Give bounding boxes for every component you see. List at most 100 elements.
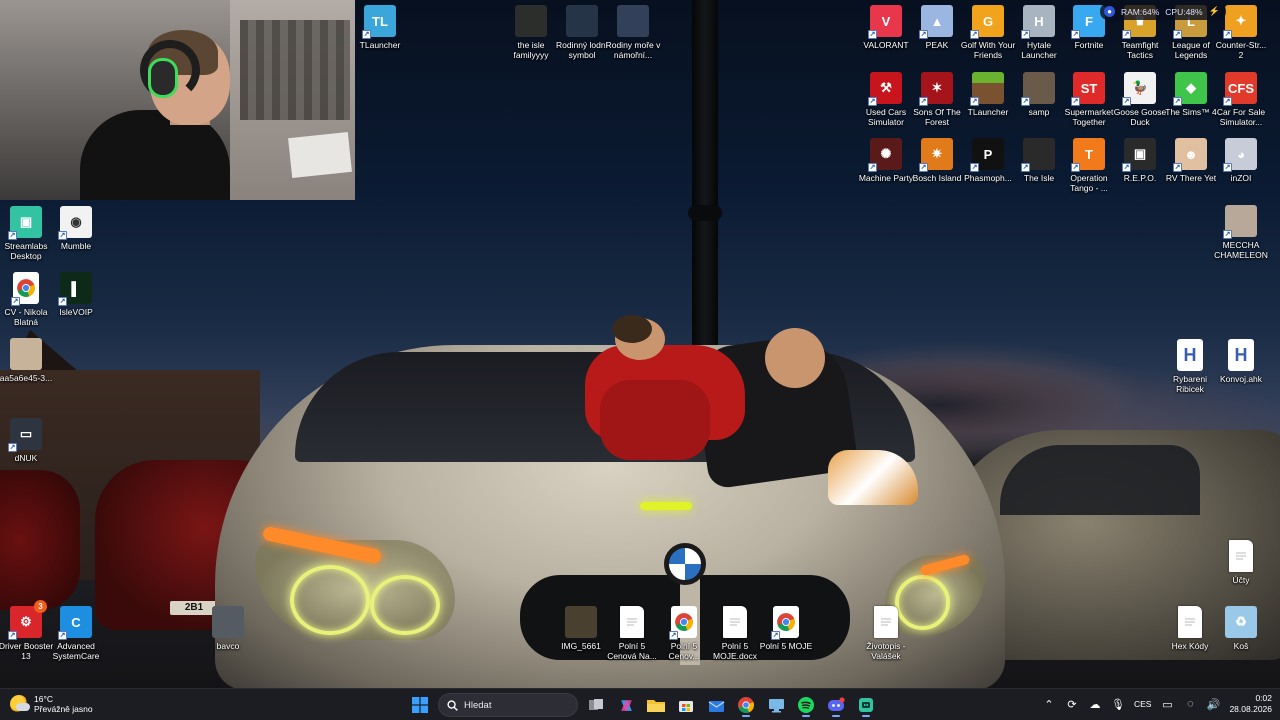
desktop-icon[interactable]: H Konvoj.ahk — [1213, 339, 1269, 384]
wallpaper-hood-light — [640, 502, 692, 510]
system-monitor-widget[interactable]: ● RAM:64% CPU:48% ⚡ — [1100, 3, 1226, 20]
mumble-icon: ◉ ↗ — [58, 206, 92, 240]
desktop-icon[interactable]: H ↗ Hytale Launcher — [1011, 5, 1067, 60]
desktop-icon[interactable]: aa5a6e45-3... — [0, 338, 54, 383]
desktop-icon[interactable]: Polní 5 MOJE.docx — [707, 606, 763, 661]
document-icon — [620, 606, 644, 638]
desktop-icon-label: VALORANT — [863, 40, 909, 50]
desktop-icon-label: Sons Of The Forest — [913, 107, 961, 127]
desktop-icon-label: Hex Kódy — [1171, 641, 1209, 651]
desktop-icon[interactable]: ↗ MECCHA CHAMELEON — [1213, 205, 1269, 260]
taskbar-search[interactable]: Hledat — [438, 693, 578, 717]
desktop-icon-label: inZOI — [1230, 173, 1252, 183]
shortcut-arrow-icon: ↗ — [1223, 163, 1232, 172]
desktop-icon-label: R.E.P.O. — [1123, 173, 1157, 183]
desktop-icon[interactable]: Polní 5 Cenová Na... — [604, 606, 660, 661]
mail-button[interactable] — [704, 693, 728, 717]
discord-button[interactable] — [824, 693, 848, 717]
monitor-icon[interactable]: ▭ — [1160, 697, 1174, 711]
sync-icon[interactable]: ⟳ — [1065, 697, 1079, 711]
desktop-icon[interactable]: C ↗ Advanced SystemCare — [48, 606, 104, 661]
remote-desktop-button[interactable] — [764, 693, 788, 717]
desktop-icon-label: TLauncher — [967, 107, 1009, 117]
desktop-icon[interactable]: ⚙ 3 ↗ Driver Booster 13 — [0, 600, 54, 661]
taskbar: 16°C Převážně jasno Hledat ⌃ ⟳ ☁ 🎙 CES ▭… — [0, 688, 1280, 720]
desktop-icon[interactable]: ↗ CV - Nikola Blatná — [0, 272, 54, 327]
desktop-icon[interactable]: ↗ Polní 5 MOJE — [758, 606, 814, 651]
desktop-icon[interactable]: ▲ ↗ PEAK — [909, 5, 965, 50]
webcam-overlay — [0, 0, 355, 200]
desktop-icon[interactable]: Rodinný lodní symbol — [554, 5, 610, 60]
cloud-icon[interactable]: ☁ — [1088, 697, 1102, 711]
desktop-icon[interactable]: CFS ↗ Car For Sale Simulator... — [1213, 72, 1269, 127]
desktop-icon[interactable]: ✶ ↗ Sons Of The Forest — [909, 72, 965, 127]
task-view-button[interactable] — [584, 693, 608, 717]
desktop-icon-label: Golf With Your Friends — [960, 40, 1016, 60]
microsoft-store-button[interactable] — [674, 693, 698, 717]
desktop-icon[interactable]: ↗ Polní 5 Cenov... — [656, 606, 712, 661]
desktop-icon[interactable]: Hex Kódy — [1162, 606, 1218, 651]
desktop-icon[interactable]: ◆ ↗ The Sims™ 4 — [1163, 72, 1219, 117]
desktop-icon[interactable]: ↗ The Isle — [1011, 138, 1067, 183]
text-file-icon — [1229, 540, 1253, 572]
weather-text: 16°C Převážně jasno — [34, 694, 93, 714]
desktop-icon[interactable]: V ↗ VALORANT — [858, 5, 914, 50]
desktop-icon[interactable]: ✷ ↗ Bosch Island — [909, 138, 965, 183]
microphone-icon[interactable]: 🎙 — [1111, 697, 1125, 711]
desktop-icon[interactable]: TL ↗ TLauncher — [352, 5, 408, 50]
desktop-icon[interactable]: ◕ ↗ inZOI — [1213, 138, 1269, 183]
desktop-icon-label: Polní 5 Cenov... — [668, 641, 700, 661]
desktop-icon[interactable]: ⚒ ↗ Used Cars Simulator — [858, 72, 914, 127]
image-file-icon — [617, 5, 649, 37]
copilot-button[interactable] — [614, 693, 638, 717]
phasmophobia-icon: P ↗ — [970, 138, 1004, 172]
desktop-icon-label: The Sims™ 4 — [1165, 107, 1217, 117]
desktop-icon[interactable]: H Rybareni Ribicek — [1162, 339, 1218, 394]
file-explorer-button[interactable] — [644, 693, 668, 717]
desktop-icon[interactable]: ▣ ↗ R.E.P.O. — [1112, 138, 1168, 183]
wallpaper-person-knee — [765, 328, 825, 388]
language-indicator[interactable]: CES — [1134, 699, 1151, 709]
desktop-icon[interactable]: IMG_5661 — [553, 606, 609, 651]
desktop-icon[interactable]: ST ↗ Supermarket Together — [1061, 72, 1117, 127]
desktop-icon[interactable]: ✺ ↗ Machine Party — [858, 138, 914, 183]
peak-icon: ▲ ↗ — [919, 5, 953, 39]
desktop-icon[interactable]: P ↗ Phasmoph... — [960, 138, 1016, 183]
desktop-icon[interactable]: G ↗ Golf With Your Friends — [960, 5, 1016, 60]
shortcut-arrow-icon: ↗ — [1021, 163, 1030, 172]
desktop-icon-label: the isle familyyyy — [513, 40, 549, 60]
desktop-icon[interactable]: bavco — [200, 606, 256, 651]
car-for-sale-icon: CFS ↗ — [1223, 72, 1257, 106]
desktop-icon[interactable]: Rodiny moře v námořní... — [605, 5, 661, 60]
spotify-button[interactable] — [794, 693, 818, 717]
desktop-icon[interactable]: ♻ Koš — [1213, 606, 1269, 651]
shortcut-arrow-icon: ↗ — [1071, 97, 1080, 106]
desktop-icon[interactable]: ▭ ↗ dNUK — [0, 418, 54, 463]
meccha-chameleon-icon: ↗ — [1223, 205, 1257, 239]
desktop-icon[interactable]: T ↗ Operation Tango - ... — [1061, 138, 1117, 193]
network-icon[interactable]: ◌ — [1183, 697, 1197, 711]
desktop-icon-label: Polní 5 Cenová Na... — [607, 641, 657, 661]
webcam-headset-earcup — [148, 58, 178, 98]
desktop-icon[interactable]: 🦆 ↗ Goose Goose Duck — [1112, 72, 1168, 127]
desktop-icon[interactable]: ◉ ↗ Mumble — [48, 206, 104, 251]
desktop-icon[interactable]: ▣ ↗ Streamlabs Desktop — [0, 206, 54, 261]
valorant-icon: V ↗ — [868, 5, 902, 39]
hytale-icon: H ↗ — [1021, 5, 1055, 39]
streamlabs-button[interactable] — [854, 693, 878, 717]
weather-widget[interactable]: 16°C Převážně jasno — [10, 694, 93, 714]
desktop-icon[interactable]: Životopis - Valášek — [858, 606, 914, 661]
clock[interactable]: 0:02 28.08.2026 — [1229, 693, 1272, 715]
shortcut-arrow-icon: ↗ — [1173, 163, 1182, 172]
desktop-icon-label: Goose Goose Duck — [1113, 107, 1167, 127]
chrome-button[interactable] — [734, 693, 758, 717]
desktop-icon[interactable]: ↗ TLauncher — [960, 72, 1016, 117]
desktop-icon[interactable]: the isle familyyyy — [503, 5, 559, 60]
chevron-up-icon[interactable]: ⌃ — [1042, 697, 1056, 711]
start-button[interactable] — [408, 693, 432, 717]
desktop-icon[interactable]: Účty — [1213, 540, 1269, 585]
desktop-icon[interactable]: ▌ ↗ IsleVOIP — [48, 272, 104, 317]
speaker-icon[interactable]: 🔊 — [1206, 697, 1221, 711]
desktop-icon[interactable]: ☻ ↗ RV There Yet — [1163, 138, 1219, 183]
desktop-icon[interactable]: ↗ samp — [1011, 72, 1067, 117]
